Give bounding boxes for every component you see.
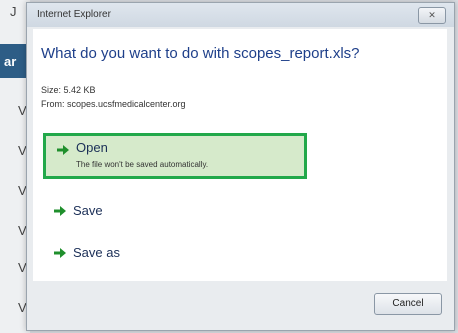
close-button[interactable]: ✕ xyxy=(418,7,446,24)
window-title: Internet Explorer xyxy=(37,9,111,20)
save-option[interactable]: Save xyxy=(43,197,307,237)
download-dialog: Internet Explorer ✕ What do you want to … xyxy=(26,2,455,331)
open-option-label: Open xyxy=(76,140,108,155)
open-option[interactable]: Open The file won't be saved automatical… xyxy=(43,133,307,179)
title-bar[interactable]: Internet Explorer ✕ xyxy=(27,3,454,27)
cancel-button[interactable]: Cancel xyxy=(374,293,442,315)
close-icon: ✕ xyxy=(428,10,436,20)
dialog-content: What do you want to do with scopes_repor… xyxy=(33,29,447,281)
background-text: J xyxy=(10,4,17,19)
green-arrow-icon xyxy=(54,248,66,258)
screen: J ar V V V V V V Internet Explorer ✕ Wha… xyxy=(0,0,458,333)
file-source: From: scopes.ucsfmedicalcenter.org xyxy=(41,99,186,109)
green-arrow-icon xyxy=(54,206,66,216)
save-as-option-label: Save as xyxy=(73,245,120,260)
save-option-label: Save xyxy=(73,203,103,218)
green-arrow-icon xyxy=(57,145,69,155)
background-text: ar xyxy=(4,54,17,69)
dialog-footer: Cancel xyxy=(27,285,454,329)
download-question: What do you want to do with scopes_repor… xyxy=(41,45,360,62)
open-option-description: The file won't be saved automatically. xyxy=(76,160,209,169)
save-as-option[interactable]: Save as xyxy=(43,239,307,279)
file-size: Size: 5.42 KB xyxy=(41,85,96,95)
